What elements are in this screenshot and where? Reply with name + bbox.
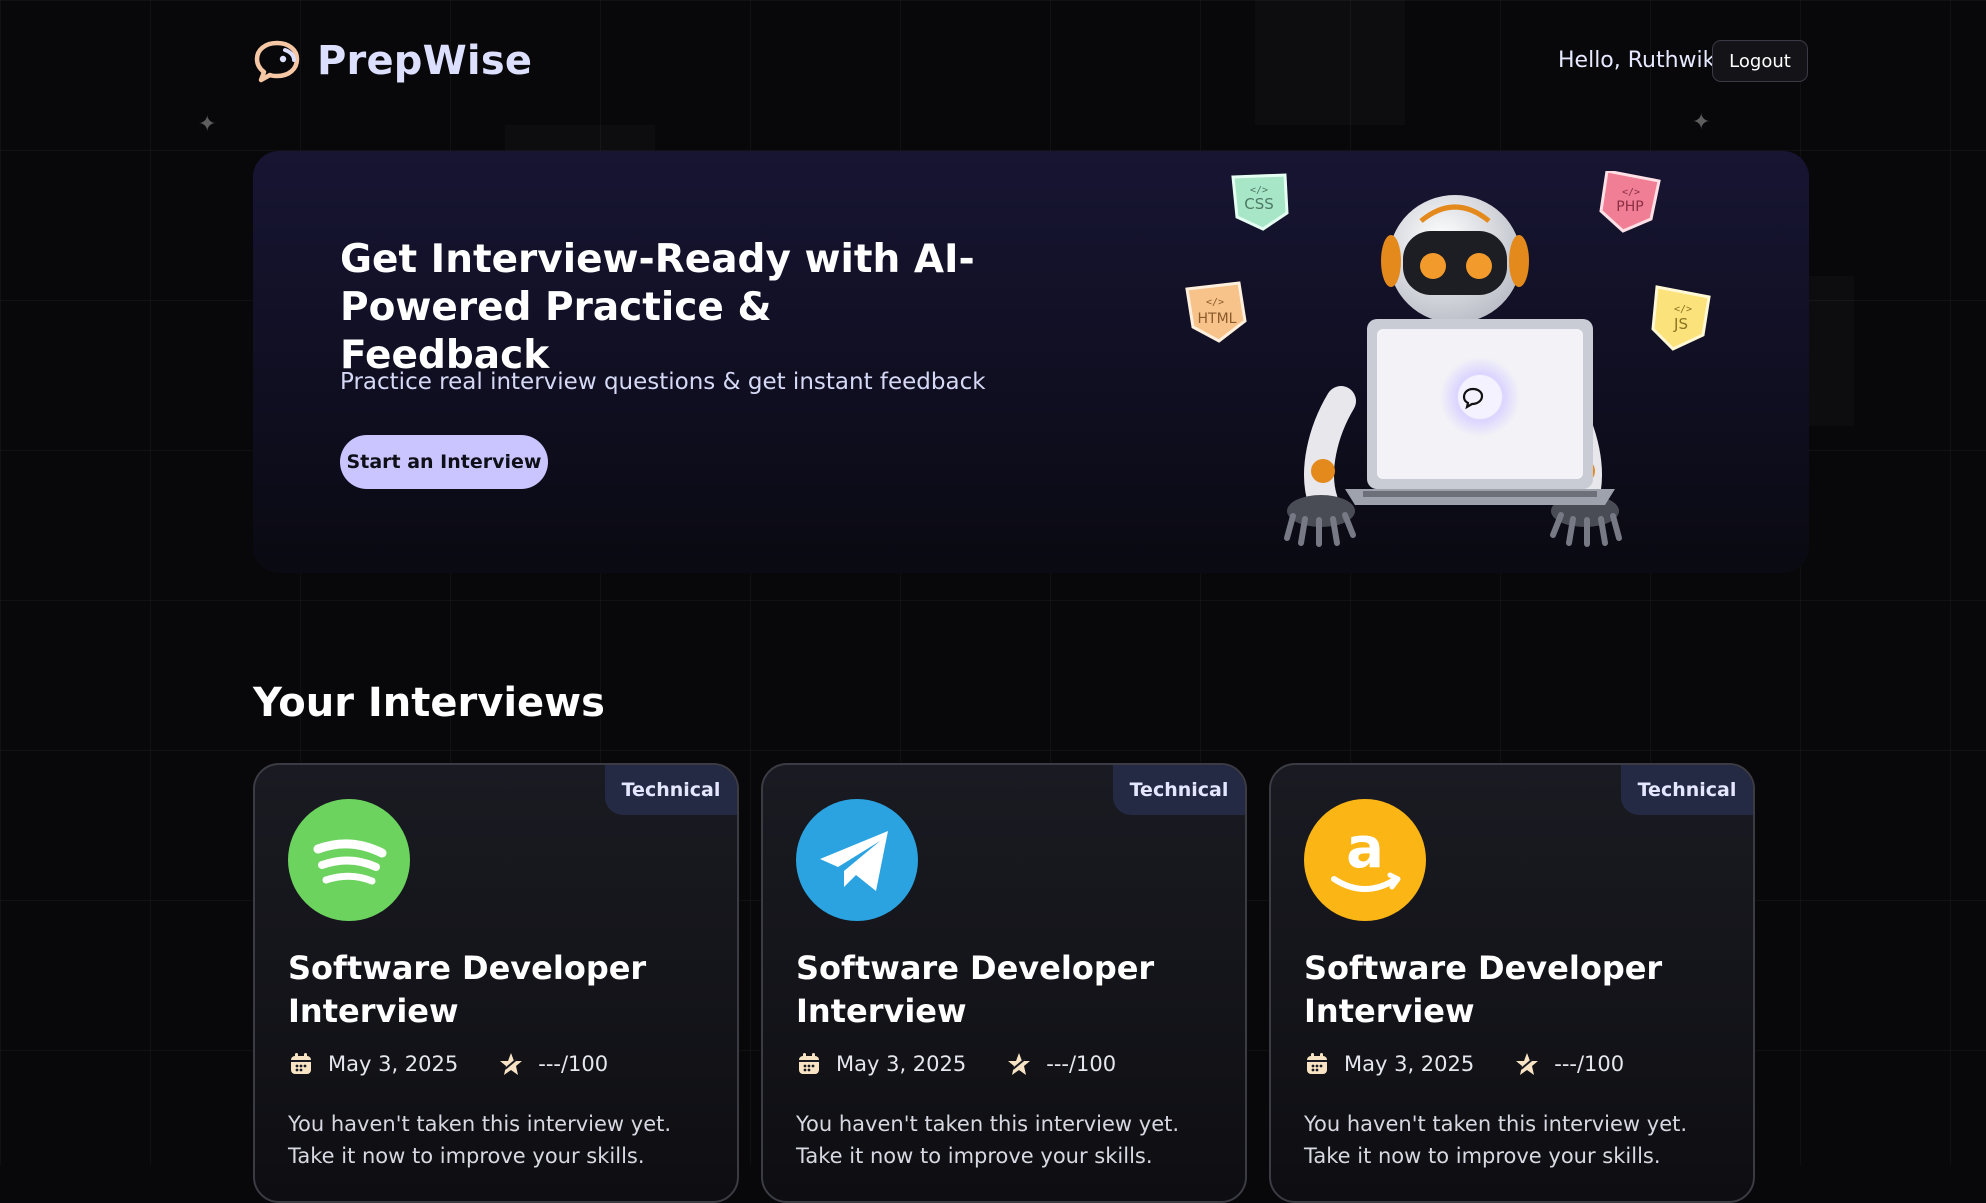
user-greeting: Hello, Ruthwik bbox=[1558, 48, 1716, 73]
interview-type-badge: Technical bbox=[605, 765, 737, 815]
interview-description: You haven't taken this interview yet. Ta… bbox=[288, 1112, 672, 1168]
start-interview-button[interactable]: Start an Interview bbox=[340, 435, 548, 489]
sparkle-icon: ✦ bbox=[198, 112, 217, 137]
calendar-icon bbox=[291, 1053, 311, 1074]
background-glow bbox=[1809, 276, 1854, 426]
interview-type-badge: Technical bbox=[1113, 765, 1245, 815]
interview-title: Software Developer Interview bbox=[1304, 949, 1663, 1030]
interview-date: May 3, 2025 bbox=[1344, 1052, 1475, 1076]
svg-text:HTML: HTML bbox=[1198, 311, 1237, 327]
interview-title: Software Developer Interview bbox=[796, 949, 1155, 1030]
robot-hand-left-icon bbox=[1284, 495, 1356, 547]
interview-card[interactable]: Technical Software Developer Interview M… bbox=[253, 763, 739, 1203]
svg-text:</>: </> bbox=[1674, 304, 1692, 315]
interview-date: May 3, 2025 bbox=[328, 1052, 459, 1076]
svg-text:</>: </> bbox=[1622, 187, 1640, 198]
interview-title: Software Developer Interview bbox=[288, 949, 647, 1030]
star-icon bbox=[500, 1053, 523, 1075]
interview-description: You haven't taken this interview yet. Ta… bbox=[1304, 1112, 1688, 1168]
telegram-logo-icon bbox=[796, 799, 918, 921]
svg-text:</>: </> bbox=[1250, 185, 1268, 196]
logout-button[interactable]: Logout bbox=[1712, 40, 1808, 82]
background-glow bbox=[1255, 0, 1405, 125]
css-tag-icon: CSS </> bbox=[1231, 173, 1289, 231]
sparkle-icon: ✦ bbox=[1692, 110, 1711, 135]
interview-score: ---/100 bbox=[1554, 1052, 1625, 1076]
chat-bubble-logo-icon bbox=[254, 40, 300, 83]
interview-score: ---/100 bbox=[1046, 1052, 1117, 1076]
hero-subtitle: Practice real interview questions & get … bbox=[340, 369, 986, 395]
robot-illustration: CSS </> PHP </> HTML </> JS </> bbox=[1185, 171, 1711, 547]
interview-type-badge: Technical bbox=[1621, 765, 1753, 815]
amazon-logo-icon: a bbox=[1304, 799, 1426, 921]
brand-logo[interactable]: PrepWise bbox=[253, 38, 532, 84]
spotify-logo-icon bbox=[288, 799, 410, 921]
calendar-icon bbox=[799, 1053, 819, 1074]
html-tag-icon: HTML </> bbox=[1185, 281, 1247, 343]
js-tag-icon: JS </> bbox=[1651, 285, 1711, 351]
svg-text:a: a bbox=[1346, 816, 1384, 881]
svg-text:JS: JS bbox=[1673, 315, 1688, 333]
interview-card[interactable]: Technical Software Developer Interview M… bbox=[761, 763, 1247, 1203]
section-title: Your Interviews bbox=[253, 680, 605, 726]
svg-text:CSS: CSS bbox=[1244, 195, 1274, 213]
hero-banner: Get Interview-Ready with AI-Powered Prac… bbox=[253, 151, 1809, 573]
hero-title: Get Interview-Ready with AI-Powered Prac… bbox=[340, 237, 975, 378]
interview-meta: May 3, 2025 ---/100 bbox=[288, 1051, 608, 1077]
star-icon bbox=[1516, 1053, 1539, 1075]
interview-card[interactable]: Technical a Software Developer Interview… bbox=[1269, 763, 1755, 1203]
brand-name: PrepWise bbox=[317, 38, 533, 84]
interview-meta: May 3, 2025 ---/100 bbox=[796, 1051, 1116, 1077]
interview-description: You haven't taken this interview yet. Ta… bbox=[796, 1112, 1180, 1168]
star-icon bbox=[1008, 1053, 1031, 1075]
svg-text:</>: </> bbox=[1206, 297, 1224, 308]
calendar-icon bbox=[1307, 1053, 1327, 1074]
interview-meta: May 3, 2025 ---/100 bbox=[1304, 1051, 1624, 1077]
svg-text:PHP: PHP bbox=[1616, 199, 1643, 215]
interview-score: ---/100 bbox=[538, 1052, 609, 1076]
interview-date: May 3, 2025 bbox=[836, 1052, 967, 1076]
php-tag-icon: PHP </> bbox=[1599, 171, 1661, 233]
